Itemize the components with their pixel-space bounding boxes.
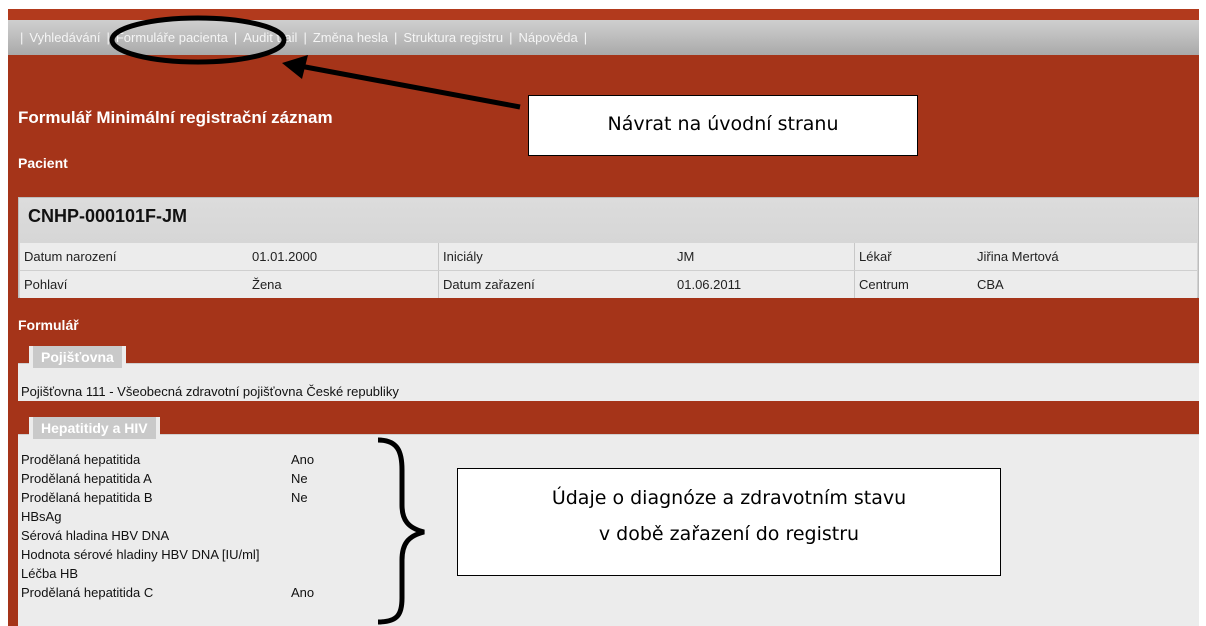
annotation-arrowhead bbox=[282, 55, 308, 79]
highlight-ellipse bbox=[109, 15, 287, 65]
callout-diagnosis-line1: Údaje o diagnóze a zdravotním stavu bbox=[551, 487, 907, 509]
callout-return-home: Návrat na úvodní stranu bbox=[528, 95, 918, 156]
callout-diagnosis: Údaje o diagnóze a zdravotním stavu v do… bbox=[457, 468, 1001, 576]
curly-brace bbox=[377, 437, 425, 625]
callout-diagnosis-line2: v době zařazení do registru bbox=[598, 523, 860, 545]
annotation-arrow-line bbox=[299, 63, 521, 110]
